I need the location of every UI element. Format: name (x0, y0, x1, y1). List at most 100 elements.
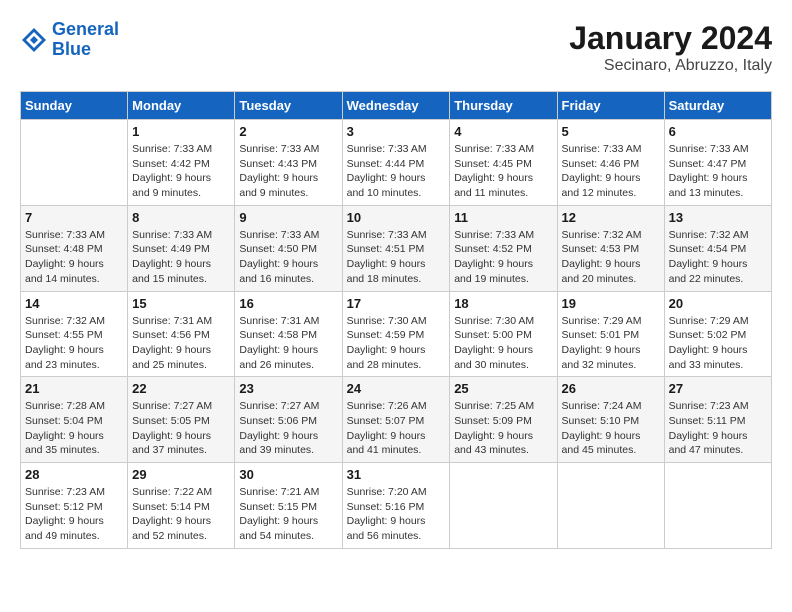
calendar-cell: 13 Sunrise: 7:32 AM Sunset: 4:54 PM Dayli… (664, 205, 771, 291)
logo-line1: General (52, 19, 119, 39)
calendar-cell: 3 Sunrise: 7:33 AM Sunset: 4:44 PM Daylig… (342, 120, 450, 206)
header-tuesday: Tuesday (235, 92, 342, 120)
calendar-cell: 18 Sunrise: 7:30 AM Sunset: 5:00 PM Dayli… (450, 291, 557, 377)
day-info: Sunrise: 7:26 AM Sunset: 5:07 PM Dayligh… (347, 399, 446, 458)
day-number: 6 (669, 124, 767, 139)
title-block: January 2024 Secinaro, Abruzzo, Italy (569, 20, 772, 75)
day-number: 25 (454, 381, 552, 396)
day-info: Sunrise: 7:33 AM Sunset: 4:42 PM Dayligh… (132, 142, 230, 201)
calendar-cell: 25 Sunrise: 7:25 AM Sunset: 5:09 PM Dayli… (450, 377, 557, 463)
day-number: 28 (25, 467, 123, 482)
header-monday: Monday (128, 92, 235, 120)
calendar-cell: 6 Sunrise: 7:33 AM Sunset: 4:47 PM Daylig… (664, 120, 771, 206)
day-number: 8 (132, 210, 230, 225)
day-number: 29 (132, 467, 230, 482)
header-sunday: Sunday (21, 92, 128, 120)
week-row-2: 14 Sunrise: 7:32 AM Sunset: 4:55 PM Dayli… (21, 291, 772, 377)
day-info: Sunrise: 7:20 AM Sunset: 5:16 PM Dayligh… (347, 485, 446, 544)
day-info: Sunrise: 7:23 AM Sunset: 5:12 PM Dayligh… (25, 485, 123, 544)
calendar-cell: 28 Sunrise: 7:23 AM Sunset: 5:12 PM Dayli… (21, 463, 128, 549)
header-saturday: Saturday (664, 92, 771, 120)
day-number: 7 (25, 210, 123, 225)
day-info: Sunrise: 7:30 AM Sunset: 5:00 PM Dayligh… (454, 314, 552, 373)
day-number: 30 (239, 467, 337, 482)
day-info: Sunrise: 7:21 AM Sunset: 5:15 PM Dayligh… (239, 485, 337, 544)
calendar-cell: 11 Sunrise: 7:33 AM Sunset: 4:52 PM Dayli… (450, 205, 557, 291)
day-number: 10 (347, 210, 446, 225)
day-number: 12 (562, 210, 660, 225)
header-thursday: Thursday (450, 92, 557, 120)
day-info: Sunrise: 7:31 AM Sunset: 4:58 PM Dayligh… (239, 314, 337, 373)
day-info: Sunrise: 7:22 AM Sunset: 5:14 PM Dayligh… (132, 485, 230, 544)
calendar-cell: 1Sunrise: 7:33 AM Sunset: 4:42 PM Daylig… (128, 120, 235, 206)
day-number: 9 (239, 210, 337, 225)
day-number: 14 (25, 296, 123, 311)
calendar-cell: 17Sunrise: 7:30 AM Sunset: 4:59 PM Dayli… (342, 291, 450, 377)
day-info: Sunrise: 7:33 AM Sunset: 4:50 PM Dayligh… (239, 228, 337, 287)
day-number: 13 (669, 210, 767, 225)
day-info: Sunrise: 7:33 AM Sunset: 4:44 PM Dayligh… (347, 142, 446, 201)
calendar-cell: 22 Sunrise: 7:27 AM Sunset: 5:05 PM Dayli… (128, 377, 235, 463)
logo-text: General Blue (52, 20, 119, 60)
calendar-cell: 23Sunrise: 7:27 AM Sunset: 5:06 PM Dayli… (235, 377, 342, 463)
calendar-subtitle: Secinaro, Abruzzo, Italy (569, 57, 772, 75)
day-info: Sunrise: 7:32 AM Sunset: 4:55 PM Dayligh… (25, 314, 123, 373)
day-info: Sunrise: 7:33 AM Sunset: 4:45 PM Dayligh… (454, 142, 552, 201)
day-info: Sunrise: 7:32 AM Sunset: 4:54 PM Dayligh… (669, 228, 767, 287)
calendar-cell: 20Sunrise: 7:29 AM Sunset: 5:02 PM Dayli… (664, 291, 771, 377)
calendar-header-row: SundayMondayTuesdayWednesdayThursdayFrid… (21, 92, 772, 120)
day-number: 4 (454, 124, 552, 139)
header-wednesday: Wednesday (342, 92, 450, 120)
page-header: General Blue January 2024 Secinaro, Abru… (20, 20, 772, 75)
day-number: 17 (347, 296, 446, 311)
calendar-cell: 21Sunrise: 7:28 AM Sunset: 5:04 PM Dayli… (21, 377, 128, 463)
calendar-cell: 19Sunrise: 7:29 AM Sunset: 5:01 PM Dayli… (557, 291, 664, 377)
calendar-cell: 15Sunrise: 7:31 AM Sunset: 4:56 PM Dayli… (128, 291, 235, 377)
day-number: 22 (132, 381, 230, 396)
calendar-table: SundayMondayTuesdayWednesdayThursdayFrid… (20, 91, 772, 549)
day-info: Sunrise: 7:23 AM Sunset: 5:11 PM Dayligh… (669, 399, 767, 458)
day-info: Sunrise: 7:29 AM Sunset: 5:02 PM Dayligh… (669, 314, 767, 373)
day-info: Sunrise: 7:28 AM Sunset: 5:04 PM Dayligh… (25, 399, 123, 458)
day-info: Sunrise: 7:25 AM Sunset: 5:09 PM Dayligh… (454, 399, 552, 458)
calendar-cell: 10 Sunrise: 7:33 AM Sunset: 4:51 PM Dayli… (342, 205, 450, 291)
calendar-cell: 2Sunrise: 7:33 AM Sunset: 4:43 PM Daylig… (235, 120, 342, 206)
day-number: 16 (239, 296, 337, 311)
header-friday: Friday (557, 92, 664, 120)
calendar-cell (557, 463, 664, 549)
day-number: 3 (347, 124, 446, 139)
day-number: 26 (562, 381, 660, 396)
day-number: 31 (347, 467, 446, 482)
calendar-cell: 9 Sunrise: 7:33 AM Sunset: 4:50 PM Daylig… (235, 205, 342, 291)
calendar-cell (664, 463, 771, 549)
logo-icon (20, 26, 48, 54)
day-info: Sunrise: 7:27 AM Sunset: 5:05 PM Dayligh… (132, 399, 230, 458)
day-number: 19 (562, 296, 660, 311)
day-number: 5 (562, 124, 660, 139)
calendar-cell: 30 Sunrise: 7:21 AM Sunset: 5:15 PM Dayli… (235, 463, 342, 549)
week-row-1: 7 Sunrise: 7:33 AM Sunset: 4:48 PM Daylig… (21, 205, 772, 291)
day-info: Sunrise: 7:33 AM Sunset: 4:48 PM Dayligh… (25, 228, 123, 287)
day-info: Sunrise: 7:24 AM Sunset: 5:10 PM Dayligh… (562, 399, 660, 458)
week-row-3: 21Sunrise: 7:28 AM Sunset: 5:04 PM Dayli… (21, 377, 772, 463)
day-info: Sunrise: 7:32 AM Sunset: 4:53 PM Dayligh… (562, 228, 660, 287)
calendar-cell: 4 Sunrise: 7:33 AM Sunset: 4:45 PM Daylig… (450, 120, 557, 206)
calendar-cell: 16 Sunrise: 7:31 AM Sunset: 4:58 PM Dayli… (235, 291, 342, 377)
day-info: Sunrise: 7:33 AM Sunset: 4:52 PM Dayligh… (454, 228, 552, 287)
calendar-cell: 27Sunrise: 7:23 AM Sunset: 5:11 PM Dayli… (664, 377, 771, 463)
day-number: 18 (454, 296, 552, 311)
calendar-cell: 12 Sunrise: 7:32 AM Sunset: 4:53 PM Dayli… (557, 205, 664, 291)
calendar-cell (21, 120, 128, 206)
calendar-cell: 8Sunrise: 7:33 AM Sunset: 4:49 PM Daylig… (128, 205, 235, 291)
calendar-cell: 24 Sunrise: 7:26 AM Sunset: 5:07 PM Dayli… (342, 377, 450, 463)
day-info: Sunrise: 7:33 AM Sunset: 4:47 PM Dayligh… (669, 142, 767, 201)
logo: General Blue (20, 20, 119, 60)
day-number: 24 (347, 381, 446, 396)
day-info: Sunrise: 7:27 AM Sunset: 5:06 PM Dayligh… (239, 399, 337, 458)
week-row-4: 28 Sunrise: 7:23 AM Sunset: 5:12 PM Dayli… (21, 463, 772, 549)
logo-line2: Blue (52, 39, 91, 59)
calendar-cell: 29 Sunrise: 7:22 AM Sunset: 5:14 PM Dayli… (128, 463, 235, 549)
calendar-title: January 2024 (569, 20, 772, 57)
day-number: 11 (454, 210, 552, 225)
day-info: Sunrise: 7:33 AM Sunset: 4:51 PM Dayligh… (347, 228, 446, 287)
